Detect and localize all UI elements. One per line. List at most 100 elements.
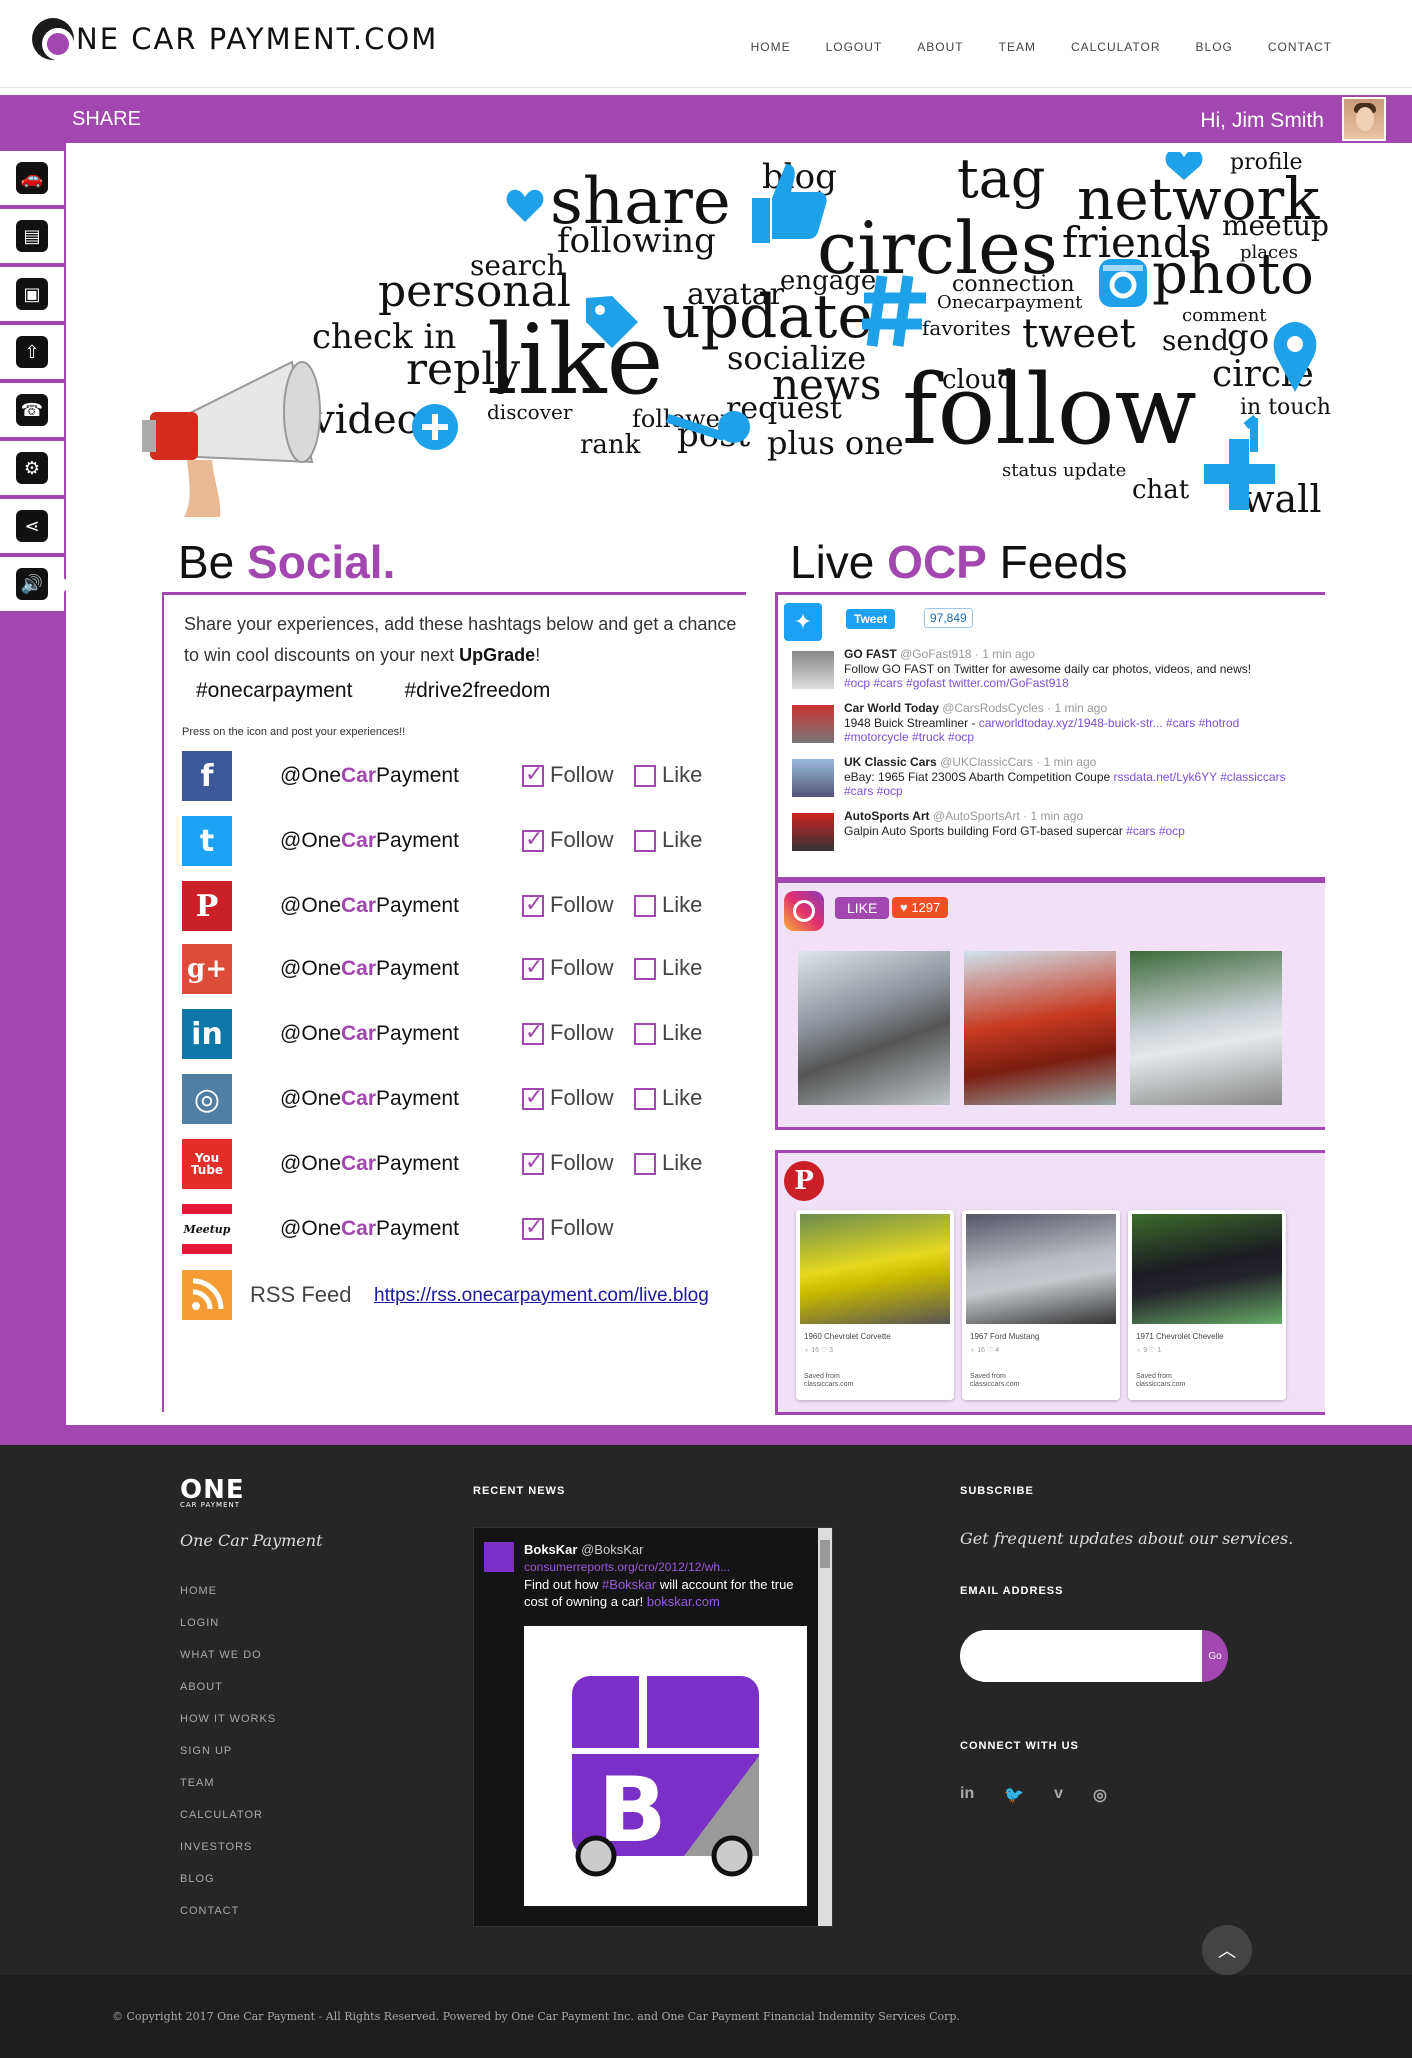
follow-checkbox[interactable] [522, 955, 544, 980]
footer-logo[interactable]: ONE CAR PAYMENT [180, 1475, 245, 1509]
subscribe-go-button[interactable]: Go [1202, 1630, 1228, 1682]
rss-link[interactable]: https://rss.onecarpayment.com/live.blog [374, 1285, 709, 1307]
news-link[interactable]: bokskar.com [647, 1594, 720, 1609]
pin-saved-label: Saved from [804, 1373, 840, 1380]
sidebar-item-support[interactable]: ☎ [0, 383, 64, 439]
follow-checkbox[interactable] [522, 762, 544, 787]
follow-checkbox[interactable] [522, 1150, 544, 1175]
nav-team[interactable]: TEAM [999, 40, 1036, 54]
site-logo[interactable]: NE CAR PAYMENT.COM [32, 18, 438, 60]
heading-text: Feeds [986, 536, 1128, 588]
footer-link-what-we-do[interactable]: WHAT WE DO [180, 1649, 276, 1681]
linkedin-icon[interactable]: in [960, 1785, 974, 1805]
news-scrollbar[interactable] [818, 1528, 832, 1926]
tweet-tags[interactable]: #ocp #cars #gofast twitter.com/GoFast918 [844, 676, 1069, 690]
sidebar-item-upload[interactable]: ⇧ [0, 325, 64, 381]
handle-part: @One [280, 764, 342, 787]
heart-icon [506, 189, 544, 222]
nav-contact[interactable]: CONTACT [1268, 40, 1332, 54]
news-url[interactable]: consumerreports.org/cro/2012/12/wh... [524, 1560, 730, 1574]
like-checkbox[interactable] [634, 1088, 656, 1110]
twitter-icon[interactable]: t [182, 816, 232, 866]
rss-icon[interactable] [182, 1270, 232, 1320]
expand-arrow-icon[interactable] [60, 575, 72, 595]
sidebar-item-share[interactable]: ⋖ [0, 499, 64, 555]
footer-link-team[interactable]: TEAM [180, 1777, 276, 1809]
like-checkbox[interactable] [634, 958, 656, 980]
pin-card[interactable]: 1967 Ford Mustang ♁ 16 ♡ 4 Saved from cla… [962, 1210, 1120, 1400]
footer-link-sign-up[interactable]: SIGN UP [180, 1745, 276, 1777]
pin-title: 1971 Chevrolet Chevelle [1136, 1332, 1224, 1341]
back-to-top-button[interactable]: ︿ [1202, 1925, 1252, 1975]
nav-home[interactable]: HOME [751, 40, 791, 54]
like-checkbox[interactable] [634, 895, 656, 917]
pin-card[interactable]: 1971 Chevrolet Chevelle ♁ 9 ♡ 1 Saved fr… [1128, 1210, 1286, 1400]
linkedin-icon[interactable]: in [182, 1009, 232, 1059]
like-checkbox[interactable] [634, 765, 656, 787]
follow-checkbox[interactable] [522, 1215, 544, 1240]
facebook-icon[interactable]: f [182, 751, 232, 801]
nav-calculator[interactable]: CALCULATOR [1071, 40, 1161, 54]
heart-icon [1165, 152, 1203, 180]
pinterest-icon[interactable]: P [182, 881, 232, 931]
instagram-photo[interactable] [1130, 951, 1282, 1105]
email-input[interactable] [960, 1630, 1202, 1682]
tweet-body: eBay: 1965 Fiat 2300S Abarth Competition… [844, 770, 1114, 784]
tweet-item[interactable]: AutoSports Art @AutoSportsArt · 1 min ag… [792, 809, 1312, 861]
nav-about[interactable]: ABOUT [917, 40, 963, 54]
pin-card[interactable]: 1960 Chevrolet Corvette ♁ 16 ♡ 3 Saved f… [796, 1210, 954, 1400]
sidebar-item-announce[interactable]: 🔊 [0, 557, 72, 613]
follow-label: Follow [550, 892, 614, 917]
sidebar-item-id[interactable]: ▣ [0, 267, 64, 323]
instagram-icon[interactable]: ◎ [1093, 1785, 1107, 1805]
sidebar-item-car[interactable]: 🚗 [0, 151, 64, 207]
instagram-like-button[interactable]: LIKE [835, 897, 890, 919]
news-text: Find out how #Bokskar will account for t… [524, 1576, 814, 1610]
tweet-author: Car World Today @CarsRodsCycles · 1 min … [844, 701, 1107, 715]
footer-link-calculator[interactable]: CALCULATOR [180, 1809, 276, 1841]
sidebar-item-settings[interactable]: ⚙ [0, 441, 64, 497]
avatar[interactable] [1342, 97, 1386, 141]
news-hashtag[interactable]: #Bokskar [602, 1577, 656, 1592]
google-plus-icon[interactable]: g+ [182, 944, 232, 994]
top-header: NE CAR PAYMENT.COM HOME LOGOUT ABOUT TEA… [0, 0, 1412, 88]
tweet-item[interactable]: Car World Today @CarsRodsCycles · 1 min … [792, 701, 1312, 753]
social-row-twitter: t @OneCarPayment Follow Like [182, 816, 742, 866]
footer-link-home[interactable]: HOME [180, 1585, 276, 1617]
nav-blog[interactable]: BLOG [1196, 40, 1233, 54]
footer-social-links: in 🐦 v ◎ [960, 1785, 1107, 1805]
sidebar-item-profile[interactable]: ▤ [0, 209, 64, 265]
footer-link-contact[interactable]: CONTACT [180, 1905, 276, 1937]
tweet-item[interactable]: UK Classic Cars @UKClassicCars · 1 min a… [792, 755, 1312, 807]
footer-link-investors[interactable]: INVESTORS [180, 1841, 276, 1873]
bokskar-logo-image[interactable]: B [524, 1626, 807, 1906]
follow-checkbox[interactable] [522, 892, 544, 917]
pinterest-feed-panel: P 1960 Chevrolet Corvette ♁ 16 ♡ 3 Saved… [775, 1150, 1325, 1415]
vimeo-icon[interactable]: v [1054, 1785, 1063, 1805]
footer-link-about[interactable]: ABOUT [180, 1681, 276, 1713]
like-checkbox[interactable] [634, 1153, 656, 1175]
follow-checkbox[interactable] [522, 1020, 544, 1045]
twitter-icon[interactable]: 🐦 [1004, 1785, 1024, 1805]
recent-news-heading: RECENT NEWS [473, 1485, 566, 1497]
tweet-item[interactable]: GO FAST @GoFast918 · 1 min ago Follow GO… [792, 647, 1312, 699]
meetup-icon[interactable]: Meetup [182, 1204, 232, 1254]
youtube-icon[interactable]: You Tube [182, 1139, 232, 1189]
follow-checkbox[interactable] [522, 1085, 544, 1110]
follow-label: Follow [550, 1150, 614, 1175]
nav-logout[interactable]: LOGOUT [826, 40, 883, 54]
follow-checkbox[interactable] [522, 827, 544, 852]
handle-part: @One [280, 957, 342, 980]
instagram-icon[interactable]: ◎ [182, 1074, 232, 1124]
instagram-photo[interactable] [798, 951, 950, 1105]
sidebar: 🚗 ▤ ▣ ⇧ ☎ ⚙ ⋖ 🔊 [0, 143, 72, 1425]
footer-link-blog[interactable]: BLOG [180, 1873, 276, 1905]
instagram-photo[interactable] [964, 951, 1116, 1105]
footer-link-how-it-works[interactable]: HOW IT WORKS [180, 1713, 276, 1745]
like-checkbox[interactable] [634, 830, 656, 852]
tweet-tags[interactable]: #cars #ocp [1126, 824, 1185, 838]
footer-link-login[interactable]: LOGIN [180, 1617, 276, 1649]
like-checkbox[interactable] [634, 1023, 656, 1045]
pin-saved: Saved from classiccars.com [970, 1373, 1019, 1389]
tweet-button[interactable]: Tweet [846, 609, 896, 629]
